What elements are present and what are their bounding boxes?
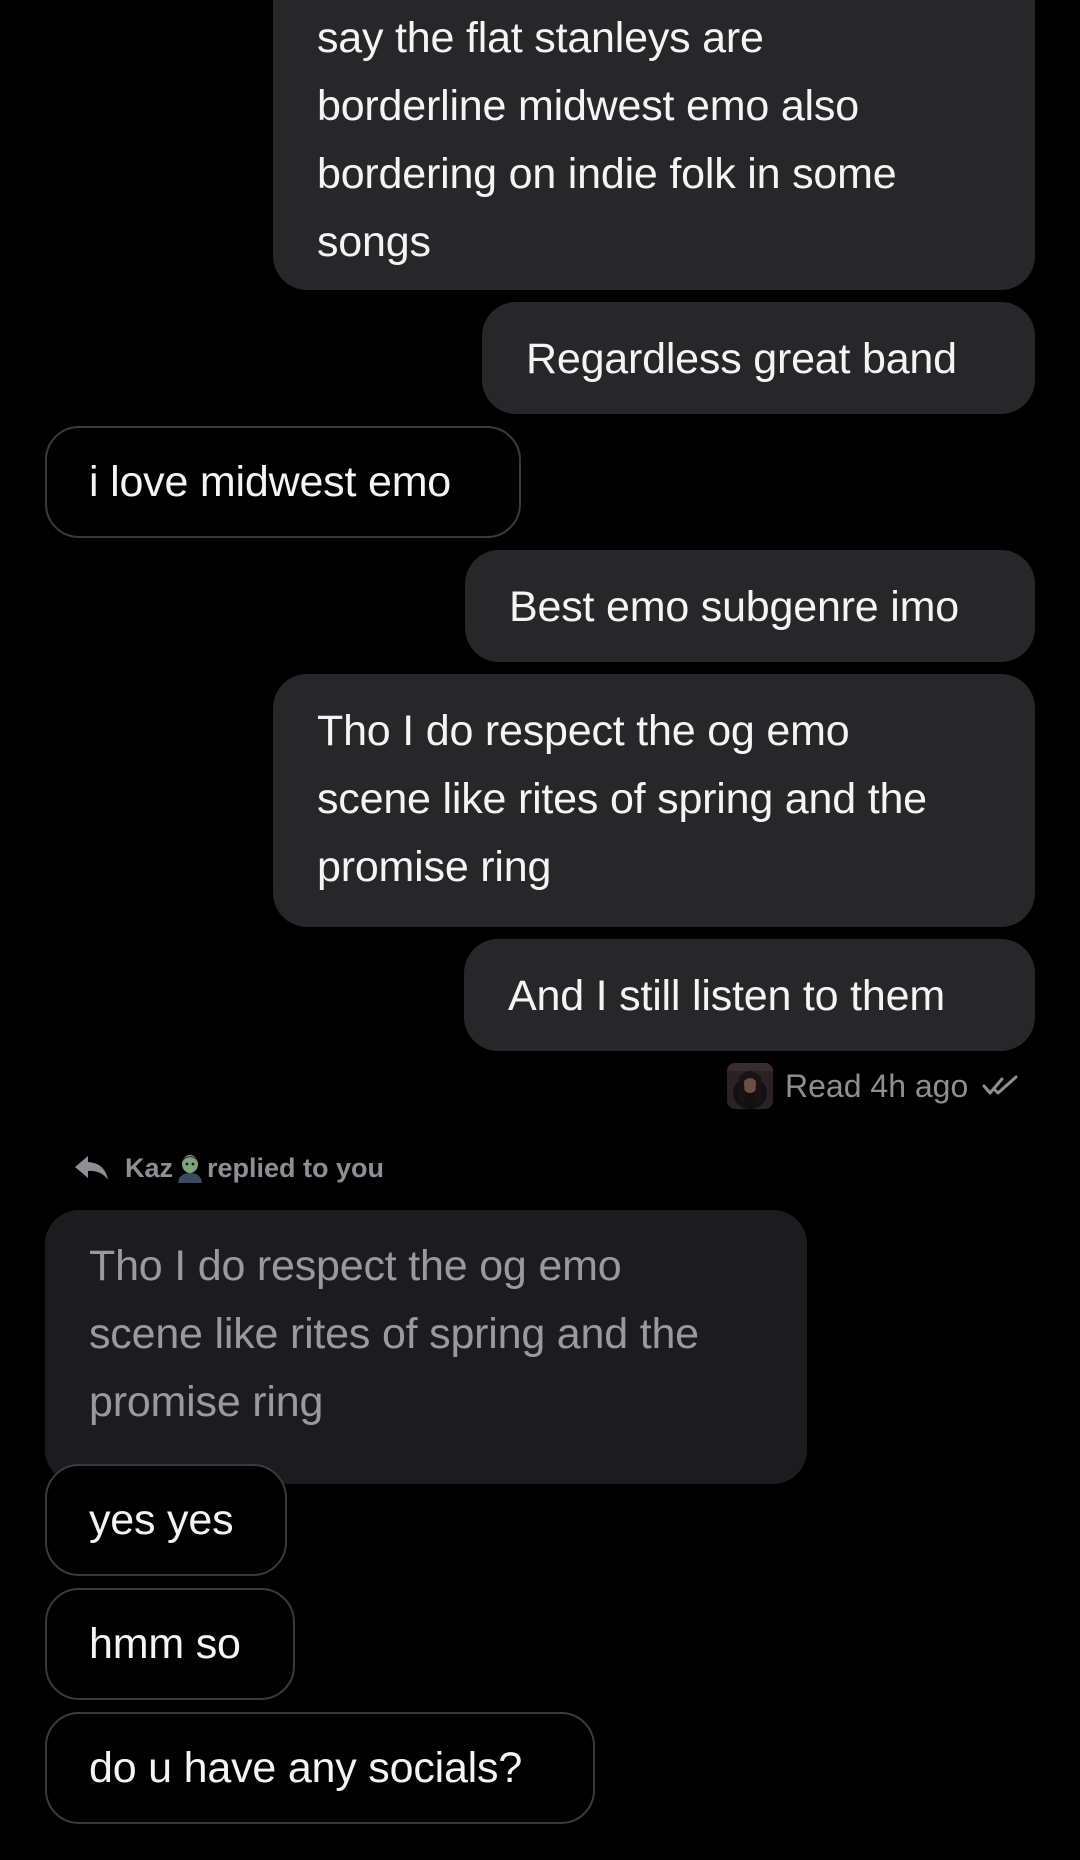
message-line: songs (317, 218, 431, 266)
outgoing-message[interactable]: say the flat stanleys are borderline mid… (273, 0, 1035, 290)
message-text: And I still listen to them (508, 972, 945, 1020)
outgoing-message[interactable]: And I still listen to them (464, 939, 1035, 1051)
message-text: hmm so (89, 1620, 241, 1668)
incoming-message[interactable]: yes yes (45, 1464, 287, 1576)
reply-sender-name[interactable]: Kaz (125, 1153, 173, 1184)
message-text: Regardless great band (526, 335, 957, 383)
quoted-line: promise ring (89, 1378, 324, 1426)
quoted-message[interactable]: Tho I do respect the og emo scene like r… (45, 1210, 807, 1484)
message-text: yes yes (89, 1496, 234, 1544)
quoted-line: scene like rites of spring and the (89, 1310, 699, 1358)
outgoing-message[interactable]: Best emo subgenre imo (465, 550, 1035, 662)
message-line: bordering on indie folk in some (317, 150, 897, 198)
message-text: Best emo subgenre imo (509, 583, 959, 631)
double-check-icon (982, 1074, 1020, 1098)
message-line: Tho I do respect the og emo (317, 707, 850, 755)
quoted-line: Tho I do respect the og emo (89, 1242, 622, 1290)
outgoing-message[interactable]: Tho I do respect the og emo scene like r… (273, 674, 1035, 927)
message-text: do u have any socials? (89, 1744, 523, 1792)
message-line: promise ring (317, 843, 552, 891)
incoming-message[interactable]: i love midwest emo (45, 426, 521, 538)
reply-label: Kaz replied to you (73, 1148, 384, 1188)
avatar[interactable] (727, 1063, 773, 1109)
message-line: scene like rites of spring and the (317, 775, 927, 823)
message-line: borderline midwest emo also (317, 82, 859, 130)
reply-arrow-icon (73, 1153, 111, 1183)
incoming-message[interactable]: hmm so (45, 1588, 295, 1700)
reply-suffix: replied to you (207, 1152, 385, 1183)
message-text: i love midwest emo (89, 458, 452, 506)
zombie-emoji-icon (175, 1153, 205, 1183)
outgoing-message[interactable]: Regardless great band (482, 302, 1035, 414)
read-receipt: Read 4h ago (727, 1063, 1020, 1109)
incoming-message[interactable]: do u have any socials? (45, 1712, 595, 1824)
read-receipt-text: Read 4h ago (785, 1067, 969, 1104)
message-line: say the flat stanleys are (317, 14, 764, 62)
